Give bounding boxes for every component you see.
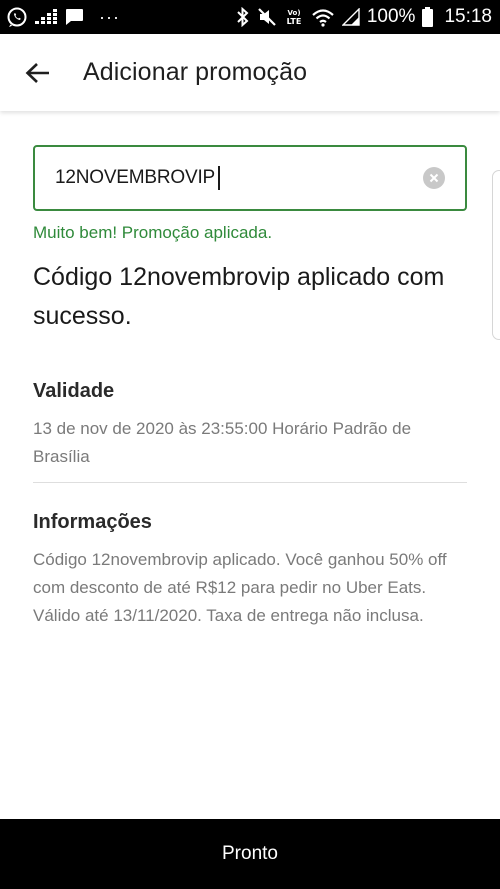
promo-code-field[interactable] — [33, 145, 467, 211]
battery-icon — [422, 7, 434, 27]
scroll-indicator[interactable] — [492, 170, 500, 340]
status-bar: ··· Vo) LTE 100% 15:18 — [0, 0, 500, 34]
svg-text:Vo): Vo) — [287, 9, 300, 17]
clear-button[interactable] — [423, 167, 445, 189]
section-divider — [33, 482, 467, 483]
done-button[interactable]: Pronto — [0, 819, 500, 889]
back-button[interactable] — [24, 59, 52, 87]
success-message: Muito bem! Promoção aplicada. — [33, 223, 273, 242]
promo-content: Muito bem! Promoção aplicada. Código 12n… — [33, 145, 467, 630]
message-icon — [64, 8, 84, 27]
status-bar-left: ··· — [6, 6, 120, 28]
signal-icon — [341, 8, 360, 26]
deezer-icon — [35, 9, 57, 25]
clear-circle-icon — [429, 173, 439, 183]
battery-percent: 100% — [366, 6, 416, 27]
svg-text:LTE: LTE — [286, 17, 301, 26]
text-caret — [218, 166, 220, 190]
wifi-icon — [311, 7, 335, 27]
app-bar: Adicionar promoção — [0, 34, 500, 111]
clock: 15:18 — [444, 6, 492, 27]
validity-heading: Validade — [33, 380, 115, 402]
info-heading: Informações — [33, 511, 152, 533]
status-bar-right: Vo) LTE 100% 15:18 — [236, 6, 492, 28]
volte-icon: Vo) LTE — [284, 7, 304, 27]
bluetooth-icon — [236, 7, 250, 27]
overflow-dots: ··· — [99, 7, 120, 27]
info-text: Código 12novembrovip aplicado. Você ganh… — [33, 550, 447, 625]
arrow-left-icon — [25, 62, 49, 83]
whatsapp-icon — [6, 6, 28, 28]
validity-text: 13 de nov de 2020 às 23:55:00 Horário Pa… — [33, 419, 412, 466]
success-heading: Código 12novembrovip aplicado com sucess… — [33, 263, 445, 330]
promo-code-input[interactable] — [55, 167, 218, 189]
page-title: Adicionar promoção — [83, 58, 308, 86]
mute-icon — [257, 7, 277, 27]
